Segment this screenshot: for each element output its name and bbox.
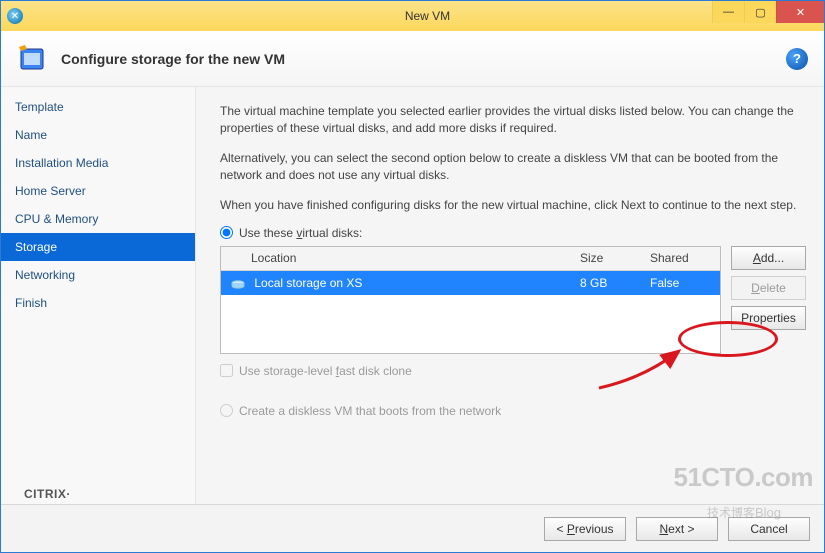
wizard-content: The virtual machine template you selecte…	[196, 87, 824, 504]
table-buttons: Add... Delete Properties	[731, 246, 806, 354]
help-icon[interactable]: ?	[786, 48, 808, 70]
minimize-button[interactable]: —	[712, 1, 744, 23]
wizard-body: Template Name Installation Media Home Se…	[1, 87, 824, 504]
page-title: Configure storage for the new VM	[61, 51, 786, 67]
step-template[interactable]: Template	[1, 93, 195, 121]
checkbox-fast-clone-input	[220, 364, 233, 377]
col-shared: Shared	[640, 251, 720, 265]
step-finish[interactable]: Finish	[1, 289, 195, 317]
checkbox-fast-clone-label: Use storage-level fast disk clone	[239, 364, 412, 378]
disk-icon	[231, 279, 245, 289]
step-storage[interactable]: Storage	[1, 233, 195, 261]
window: ✕ New VM — ▢ ✕ Configure storage for the…	[0, 0, 825, 553]
wizard-sidebar: Template Name Installation Media Home Se…	[1, 87, 196, 504]
disks-table: Location Size Shared Local storage on XS…	[220, 246, 721, 354]
step-cpu-memory[interactable]: CPU & Memory	[1, 205, 195, 233]
delete-button: Delete	[731, 276, 806, 300]
intro-para-3: When you have finished configuring disks…	[220, 197, 806, 214]
close-button[interactable]: ✕	[776, 1, 824, 23]
cell-location: Local storage on XS	[221, 276, 570, 290]
wizard-header: Configure storage for the new VM ?	[1, 31, 824, 87]
step-installation-media[interactable]: Installation Media	[1, 149, 195, 177]
radio-use-disks-label: Use these virtual disks:	[239, 226, 362, 240]
maximize-button[interactable]: ▢	[744, 1, 776, 23]
radio-diskless-input	[220, 404, 233, 417]
checkbox-fast-clone: Use storage-level fast disk clone	[220, 364, 806, 378]
radio-diskless: Create a diskless VM that boots from the…	[220, 404, 806, 418]
cell-shared: False	[640, 276, 720, 290]
window-title: New VM	[31, 9, 824, 23]
radio-diskless-label: Create a diskless VM that boots from the…	[239, 404, 501, 418]
properties-button[interactable]: Properties	[731, 306, 806, 330]
cell-size: 8 GB	[570, 276, 640, 290]
previous-button[interactable]: < Previous	[544, 517, 626, 541]
titlebar: ✕ New VM — ▢ ✕	[1, 1, 824, 31]
wizard-footer: < Previous Next > Cancel	[1, 504, 824, 552]
radio-use-disks-input[interactable]	[220, 226, 233, 239]
intro-para-1: The virtual machine template you selecte…	[220, 103, 806, 138]
col-location: Location	[221, 251, 570, 265]
citrix-logo: CITRIX·	[24, 483, 71, 503]
intro-para-2: Alternatively, you can select the second…	[220, 150, 806, 185]
table-row[interactable]: Local storage on XS 8 GB False	[221, 271, 720, 295]
table-header: Location Size Shared	[221, 247, 720, 271]
wizard-icon	[17, 43, 49, 75]
step-name[interactable]: Name	[1, 121, 195, 149]
radio-use-disks[interactable]: Use these virtual disks:	[220, 226, 806, 240]
disks-area: Location Size Shared Local storage on XS…	[220, 246, 806, 354]
next-button[interactable]: Next >	[636, 517, 718, 541]
watermark-blog: 技术博客Blog	[707, 500, 781, 523]
watermark-51cto: 51CTO.com	[673, 462, 813, 493]
add-button[interactable]: Add...	[731, 246, 806, 270]
col-size: Size	[570, 251, 640, 265]
system-icon: ✕	[7, 8, 23, 24]
window-buttons: — ▢ ✕	[712, 1, 824, 23]
step-networking[interactable]: Networking	[1, 261, 195, 289]
step-home-server[interactable]: Home Server	[1, 177, 195, 205]
